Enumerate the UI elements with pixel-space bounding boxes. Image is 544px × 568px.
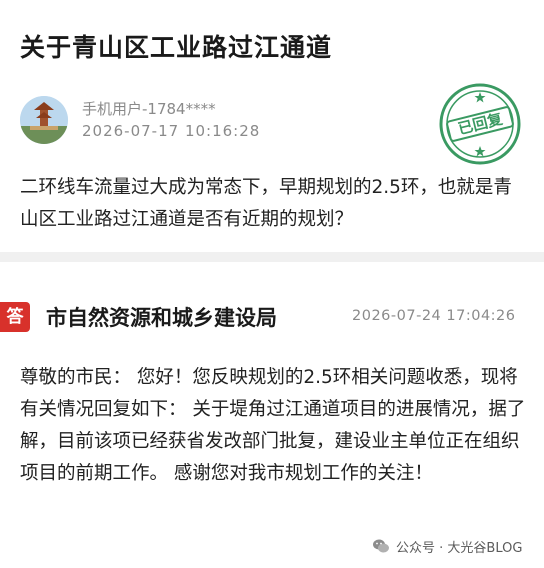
user-name: 手机用户-1784**** — [82, 100, 216, 118]
question-card: 关于青山区工业路过江通道 手机用户-1784**** 2026-07-17 10… — [0, 0, 544, 252]
watermark: 公众号 · 大光谷BLOG — [372, 536, 522, 556]
question-body: 二环线车流量过大成为常态下，早期规划的2.5环，也就是青山区工业路过江通道是否有… — [20, 177, 512, 230]
question-timestamp: 2026-07-17 10:16:28 — [82, 122, 261, 140]
wechat-icon — [373, 539, 389, 553]
avatar[interactable] — [20, 96, 68, 144]
answer-timestamp: 2026-07-24 17:04:26 — [352, 308, 516, 324]
answer-badge: 答 — [0, 302, 30, 332]
replied-stamp: 已回复 — [438, 82, 522, 166]
answer-body: 尊敬的市民： 您好！您反映规划的2.5环相关问题收悉，现将有关情况回复如下： 关… — [20, 367, 526, 484]
watermark-text: 公众号 · 大光谷BLOG — [396, 540, 523, 556]
department-name: 市自然资源和城乡建设局 — [46, 306, 277, 330]
question-title: 关于青山区工业路过江通道 — [20, 33, 333, 62]
pagoda-avatar-icon — [20, 96, 68, 144]
answer-card: 答 市自然资源和城乡建设局 2026-07-24 17:04:26 尊敬的市民：… — [0, 262, 544, 568]
